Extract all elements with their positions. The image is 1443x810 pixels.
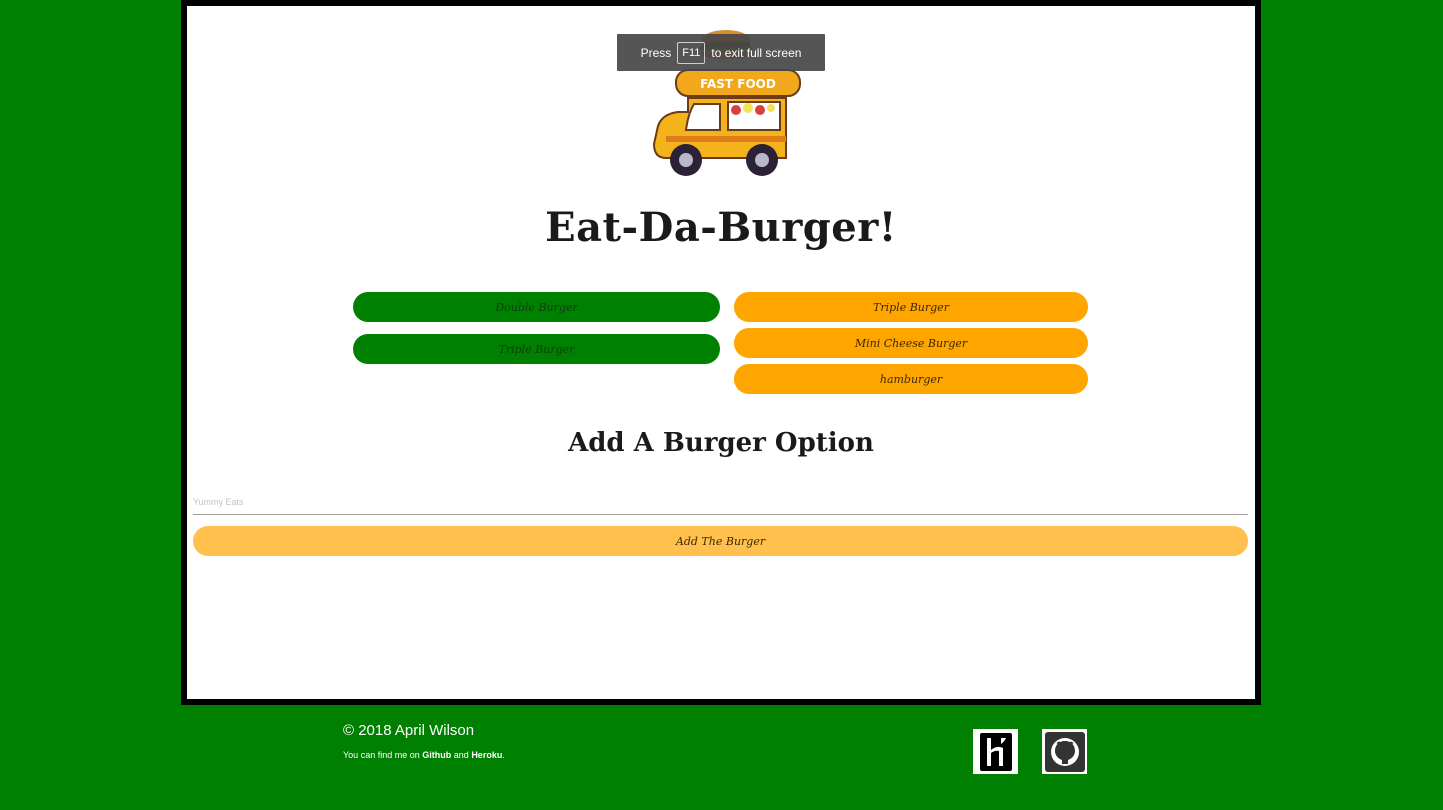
footer-note-and: and (453, 750, 469, 760)
fullscreen-notice-prefix: Press (640, 45, 672, 60)
footer-copyright: © 2018 April Wilson (343, 722, 475, 739)
footer-note-prefix: You can find me on (343, 750, 420, 760)
heroku-icon[interactable] (973, 729, 1018, 774)
heroku-link[interactable]: Heroku (471, 750, 502, 760)
devoured-burger-button[interactable]: Double Burger (353, 292, 720, 322)
footer-note: You can find me on Github and Heroku. (343, 750, 505, 760)
github-link[interactable]: Github (422, 750, 451, 760)
devoured-burger-button[interactable]: Triple Burger (353, 334, 720, 364)
add-burger-button[interactable]: Add The Burger (193, 526, 1248, 556)
devour-burger-button[interactable]: hamburger (734, 364, 1088, 394)
page-title: Eat-Da-Burger! (545, 204, 897, 251)
logo-sign-text: FAST FOOD (700, 77, 776, 91)
burger-name-input[interactable] (193, 490, 1248, 515)
f11-key-badge: F11 (677, 41, 706, 64)
devour-burger-button[interactable]: Mini Cheese Burger (734, 328, 1088, 358)
fullscreen-notice: Press F11 to exit full screen (617, 34, 825, 71)
content-card: FAST FOOD Press F11 to exit full screen (187, 6, 1255, 699)
add-burger-heading: Add A Burger Option (568, 428, 874, 458)
fullscreen-notice-suffix: to exit full screen (711, 45, 802, 60)
footer-note-suffix: . (502, 750, 505, 760)
devour-burger-button[interactable]: Triple Burger (734, 292, 1088, 322)
main-panel: FAST FOOD Press F11 to exit full screen (181, 0, 1261, 705)
github-icon[interactable] (1042, 729, 1087, 774)
